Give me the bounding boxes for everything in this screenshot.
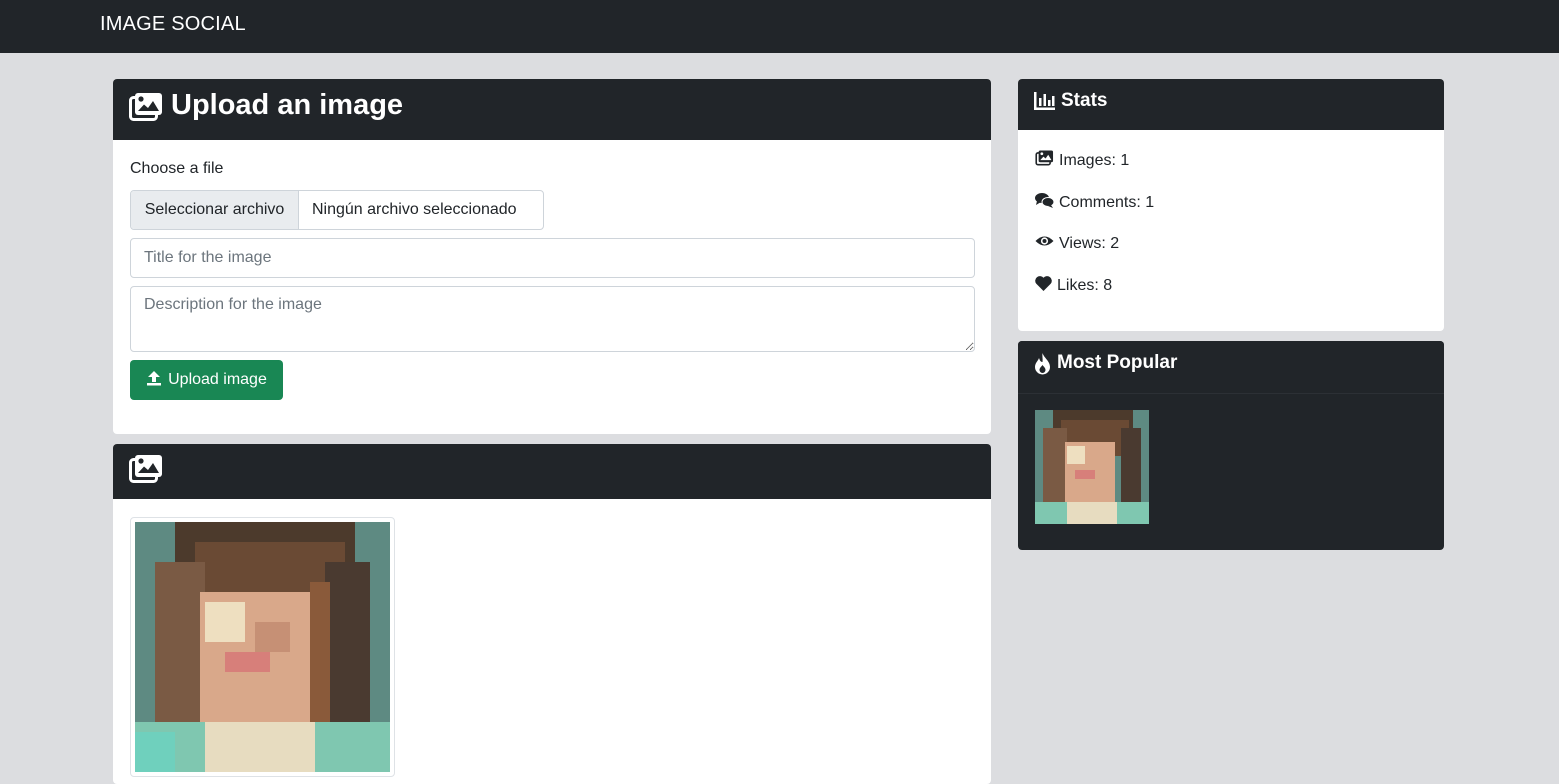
stat-comments-text: Comments: 1 — [1059, 193, 1155, 211]
brand-link[interactable]: IMAGE SOCIAL — [100, 13, 246, 36]
choose-file-label: Choose a file — [130, 160, 224, 177]
most-popular-card: Most Popular — [1018, 341, 1444, 550]
stat-comments: Comments: 1 — [1035, 192, 1154, 213]
stats-title: Stats — [1061, 90, 1108, 111]
select-file-button[interactable]: Seleccionar archivo — [131, 191, 299, 229]
images-icon — [129, 92, 163, 127]
description-input[interactable] — [130, 286, 975, 352]
image-thumbnail — [135, 522, 390, 772]
upload-image-button[interactable]: Upload image — [130, 360, 283, 400]
images-icon — [1035, 150, 1054, 171]
comments-icon — [1035, 192, 1055, 213]
file-input[interactable]: Seleccionar archivo Ningún archivo selec… — [130, 190, 544, 230]
stat-views: Views: 2 — [1035, 234, 1119, 253]
stat-likes: Likes: 8 — [1035, 276, 1112, 296]
most-popular-title: Most Popular — [1057, 352, 1178, 373]
most-popular-header: Most Popular — [1018, 341, 1444, 394]
bar-chart-icon — [1034, 92, 1055, 115]
popular-image-thumbnail[interactable] — [1035, 410, 1149, 529]
gallery-card — [113, 444, 991, 784]
file-status-text: Ningún archivo seleccionado — [312, 201, 517, 218]
gallery-card-header — [113, 444, 991, 499]
heart-icon — [1035, 276, 1052, 296]
eye-icon — [1035, 234, 1054, 253]
stat-views-text: Views: 2 — [1059, 234, 1120, 252]
images-icon — [129, 454, 163, 489]
gallery-image-thumbnail[interactable] — [130, 517, 395, 777]
upload-button-label: Upload image — [168, 371, 267, 388]
stats-card-header: Stats — [1018, 79, 1444, 130]
stat-images-text: Images: 1 — [1059, 151, 1130, 169]
upload-title: Upload an image — [171, 89, 404, 121]
stats-card: Stats Images: 1 Comments: 1 Views: 2 Lik… — [1018, 79, 1444, 331]
stat-images: Images: 1 — [1035, 150, 1129, 171]
upload-card-header: Upload an image — [113, 79, 991, 140]
upload-icon — [146, 370, 162, 391]
upload-card: Upload an image Choose a file Selecciona… — [113, 79, 991, 434]
stat-likes-text: Likes: 8 — [1057, 277, 1113, 294]
image-thumbnail — [1035, 410, 1149, 524]
fire-icon — [1034, 353, 1051, 380]
navbar: IMAGE SOCIAL — [0, 0, 1559, 53]
title-input[interactable] — [130, 238, 975, 278]
